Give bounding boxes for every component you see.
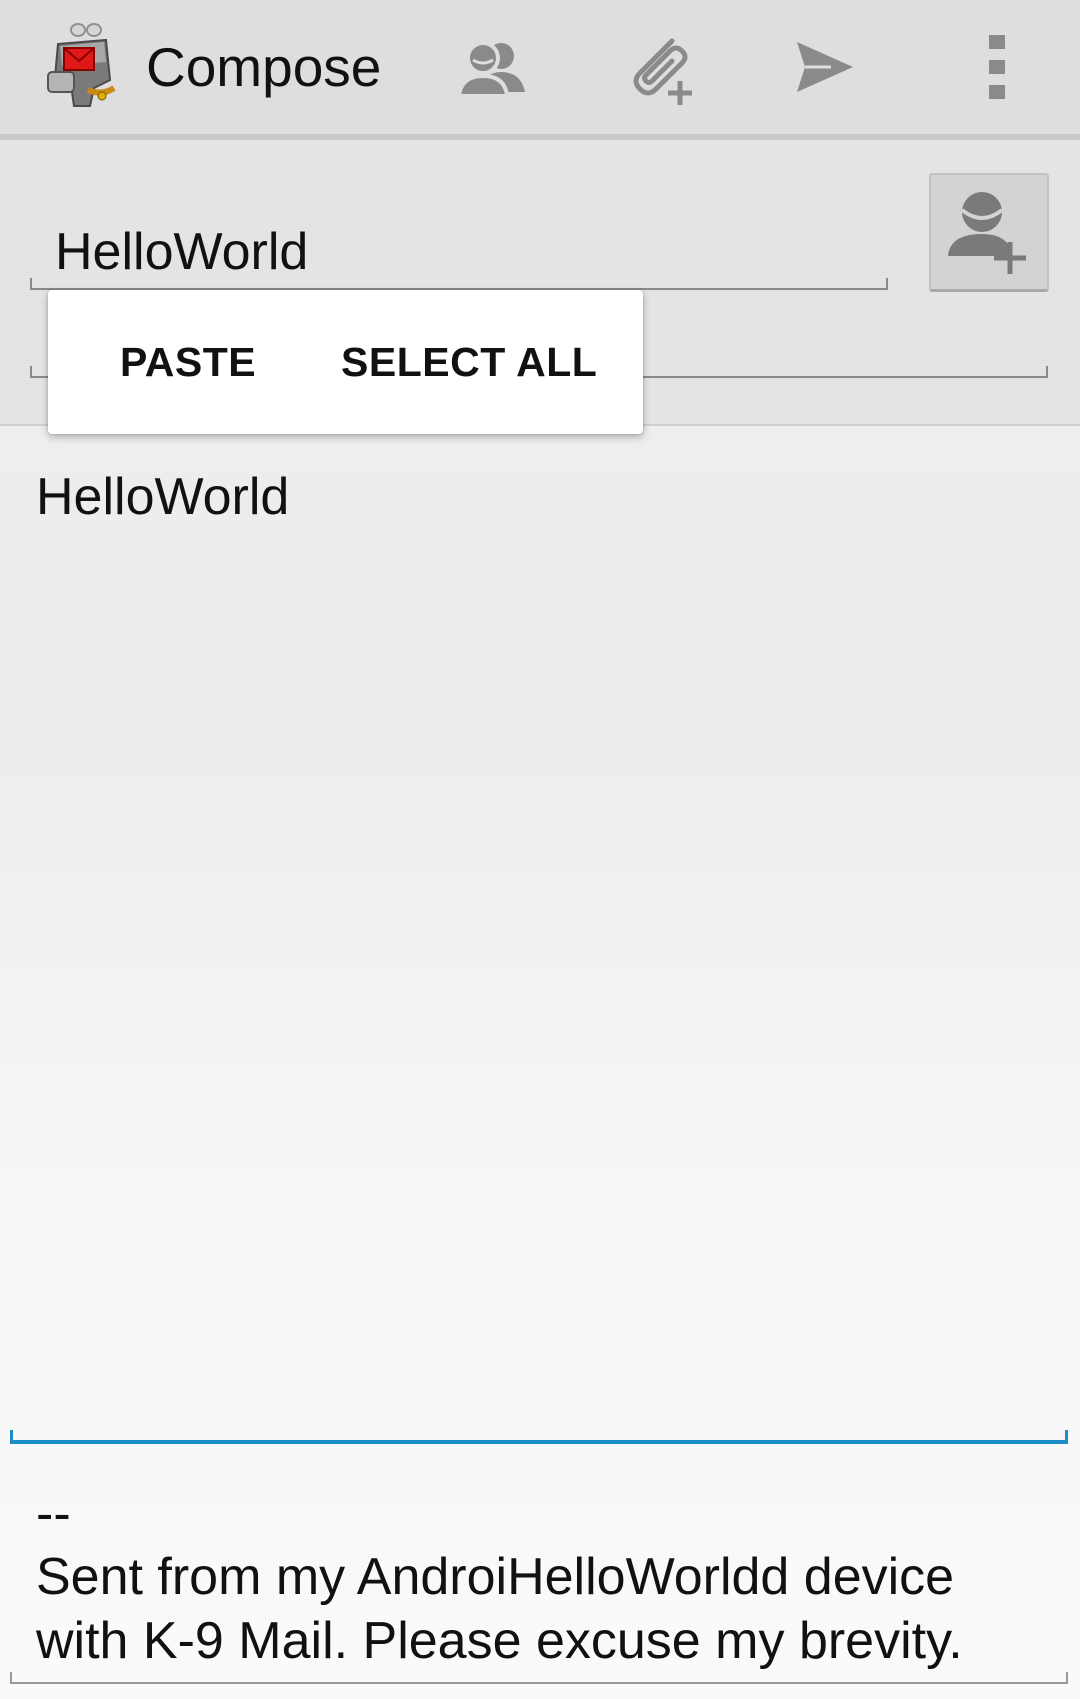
to-field-value: HelloWorld — [55, 223, 309, 281]
select-all-button[interactable]: SELECT ALL — [341, 290, 597, 434]
message-body-text[interactable]: HelloWorld — [36, 466, 289, 528]
to-field-underline — [30, 278, 888, 290]
contacts-button[interactable] — [448, 22, 538, 112]
send-icon — [797, 42, 853, 92]
k9-mail-logo-icon[interactable] — [44, 22, 124, 112]
compose-screen: Compose HelloWorld PASTE SELECT ALL Hell… — [0, 0, 1080, 1699]
add-contact-icon — [948, 192, 1026, 274]
attach-button[interactable] — [615, 22, 705, 112]
overflow-menu-button[interactable] — [952, 22, 1042, 112]
send-button[interactable] — [780, 22, 870, 112]
attach-icon — [633, 38, 692, 105]
signature-text[interactable]: Sent from my AndroiHelloWorldd device wi… — [36, 1545, 1046, 1673]
action-bar: Compose — [0, 0, 1080, 140]
signature-separator: -- — [36, 1485, 71, 1543]
contacts-icon — [457, 41, 525, 98]
add-contact-button[interactable] — [929, 173, 1049, 292]
overflow-menu-icon — [989, 35, 1005, 99]
message-body-focus-underline — [10, 1430, 1068, 1444]
text-selection-popup: PASTE SELECT ALL — [48, 290, 643, 434]
app-title: Compose — [146, 36, 382, 98]
to-field[interactable]: HelloWorld — [30, 200, 888, 290]
paste-button[interactable]: PASTE — [120, 290, 256, 434]
signature-underline — [10, 1672, 1068, 1684]
